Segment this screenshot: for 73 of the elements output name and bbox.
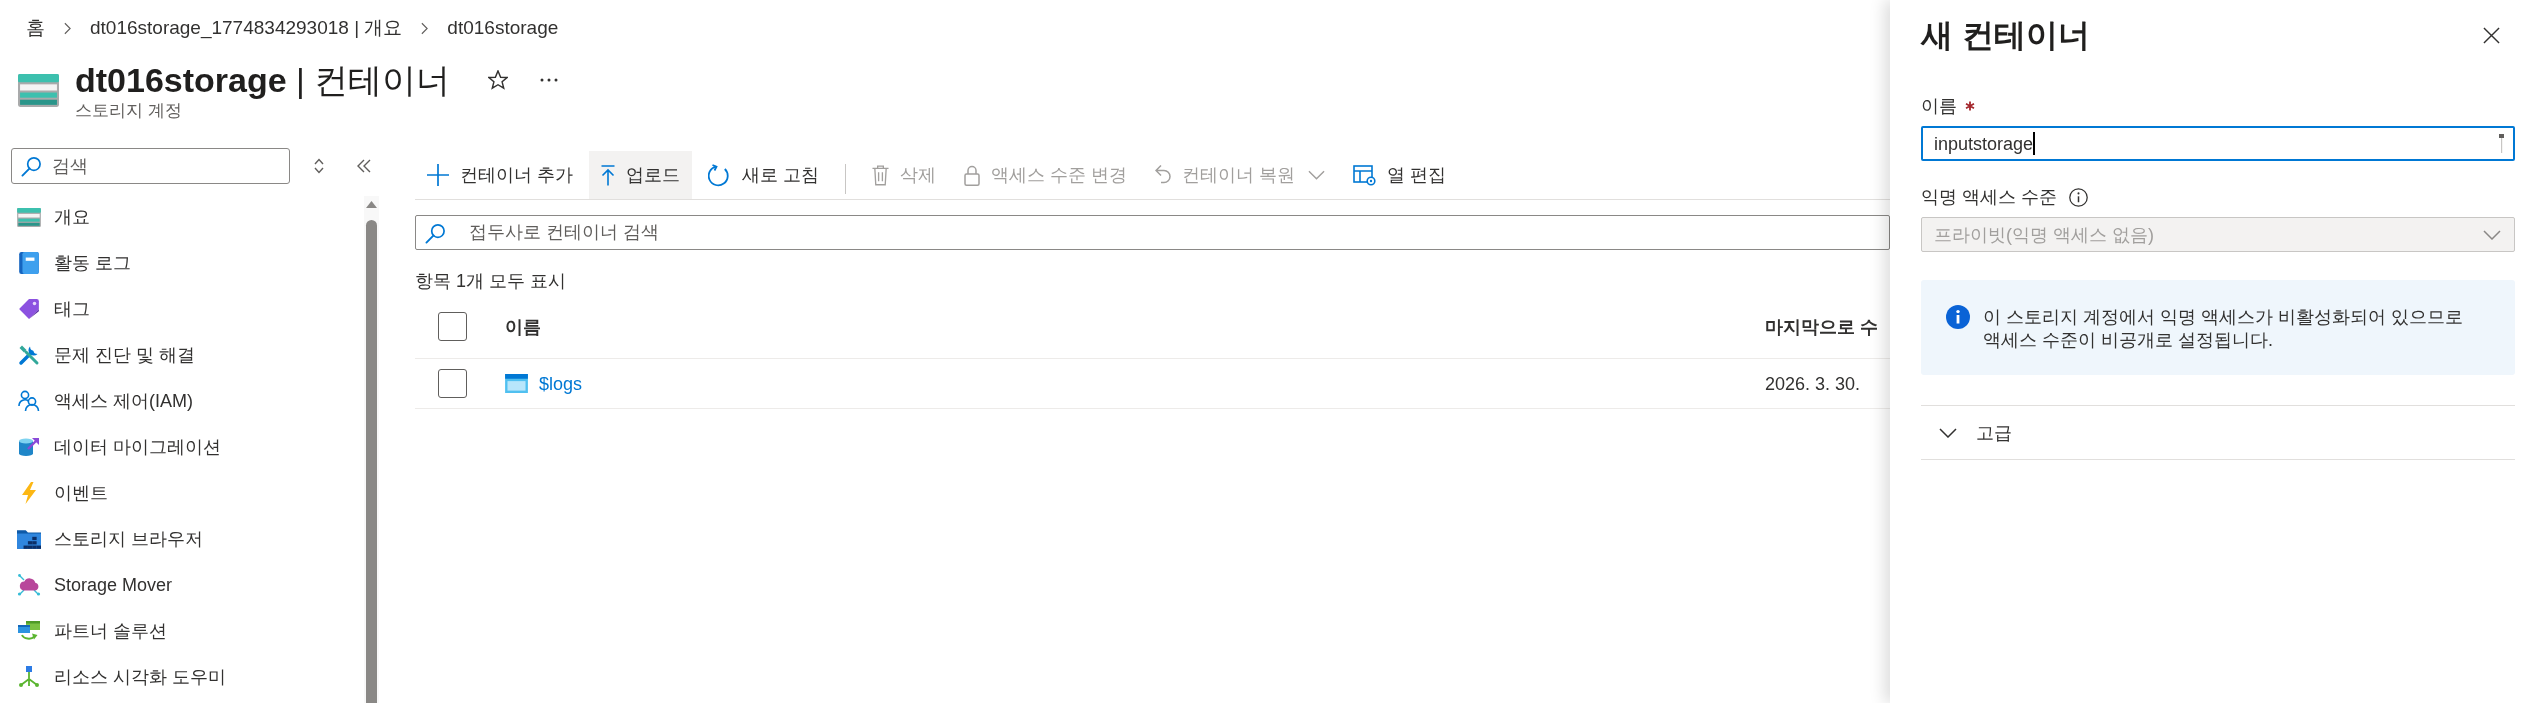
scroll-up-arrow-icon[interactable]	[366, 201, 377, 208]
column-header[interactable]: 이름	[505, 315, 541, 338]
table-cell: 2026. 3. 30.	[1765, 372, 1861, 395]
row-checkbox[interactable]	[438, 369, 467, 398]
cloud-icon	[17, 574, 41, 596]
scrollbar-thumb[interactable]	[366, 220, 377, 703]
breadcrumb-link[interactable]: dt016storage_1774834293018 | 개요	[90, 16, 403, 40]
plus-icon	[427, 164, 449, 186]
sidebar-search-field[interactable]: 검색	[11, 148, 290, 184]
toolbar-button[interactable]: 업로드	[589, 151, 692, 199]
chevron-down-icon	[2483, 229, 2501, 240]
folder-grid-icon	[17, 529, 41, 549]
field-label: 익명 액세스 수준	[1921, 186, 2057, 208]
container-search-field[interactable]: 접두사로 컨테이너 검색	[415, 215, 1890, 250]
people-icon	[18, 390, 40, 412]
table-gear-icon	[1353, 164, 1377, 186]
pin-icon[interactable]	[2499, 134, 2504, 153]
info-icon	[1946, 305, 1970, 329]
item-count-text: 항목 1개 모두 표시	[415, 270, 566, 292]
search-icon	[425, 222, 446, 244]
breadcrumb-link[interactable]: dt016storage	[447, 16, 559, 40]
sidebar-item[interactable]: 활동 로그	[0, 240, 364, 286]
text-input[interactable]: inputstorage	[1921, 126, 2515, 161]
select-all-checkbox[interactable]	[438, 312, 467, 341]
storage-icon	[17, 207, 41, 227]
search-icon	[21, 156, 42, 177]
toolbar-button[interactable]: 열 편집	[1341, 151, 1459, 199]
sidebar-item[interactable]: 리소스 시각화 도우미	[0, 654, 364, 700]
trash-icon	[872, 164, 890, 186]
book-icon	[18, 251, 40, 275]
network-icon	[19, 666, 39, 688]
text-caret-icon	[2033, 132, 2036, 155]
chevron-right-icon	[421, 21, 429, 35]
panel-title: 새 컨테이너	[1921, 16, 2090, 55]
lock-icon	[964, 164, 981, 186]
toolbar-button[interactable]: 새로 고침	[696, 151, 832, 199]
sort-icon[interactable]	[313, 157, 325, 175]
upload-icon	[601, 164, 615, 186]
sidebar-item[interactable]: Storage Mover	[0, 562, 364, 608]
chevron-down-icon	[1308, 170, 1326, 180]
sidebar-item[interactable]: 이벤트	[0, 470, 364, 516]
chevron-right-icon	[64, 21, 71, 35]
page-title: dt016storage | 컨테이너	[75, 60, 451, 100]
sidebar-item[interactable]: 액세스 제어(IAM)	[0, 378, 364, 424]
container-icon	[505, 374, 528, 393]
windows-arrow-icon	[18, 621, 40, 641]
more-icon[interactable]	[540, 78, 559, 82]
refresh-icon	[708, 163, 731, 187]
undo-icon	[1155, 165, 1172, 185]
breadcrumb-link[interactable]: 홈	[26, 16, 45, 40]
tag-icon	[18, 298, 40, 320]
field-label: 이름	[1921, 95, 1957, 117]
sidebar-item[interactable]: 개요	[0, 194, 364, 240]
star-icon[interactable]	[488, 70, 509, 90]
sidebar-item[interactable]: 스토리지 브라우저	[0, 516, 364, 562]
chevron-down-icon	[1939, 427, 1957, 438]
column-header[interactable]: 마지막으로 수	[1765, 315, 1878, 338]
notice-text: 이 스토리지 계정에서 익명 액세스가 비활성화되어 있으므로 액세스 수준이 비공개로 설정됩니다.	[1983, 306, 2464, 352]
database-arrow-icon	[18, 437, 40, 457]
sidebar-item[interactable]: 데이터 마이그레이션	[0, 424, 364, 470]
page-subtitle: 스토리지 계정	[75, 100, 183, 122]
section-toggle[interactable]: 고급	[1921, 405, 2515, 460]
storage-icon	[18, 74, 59, 107]
sidebar-item[interactable]: 태그	[0, 286, 364, 332]
container-link[interactable]: $logs	[539, 372, 583, 395]
wrench-screwdriver-icon	[18, 344, 40, 366]
sidebar-item[interactable]: 문제 진단 및 해결	[0, 332, 364, 378]
sidebar-item[interactable]: 파트너 솔루션	[0, 608, 364, 654]
toolbar-button[interactable]: 컨테이너 추가	[415, 151, 585, 199]
collapse-icon[interactable]	[357, 159, 371, 173]
scrollbar[interactable]	[364, 196, 379, 703]
close-icon	[2482, 26, 2500, 44]
lightning-icon	[21, 482, 37, 504]
